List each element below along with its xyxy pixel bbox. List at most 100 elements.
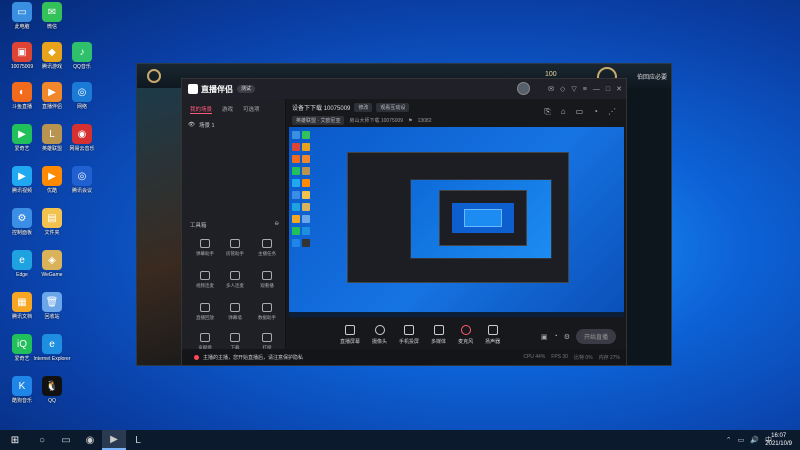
viewers-icon: ⚑ [408,117,413,124]
streaming-app-taskbar-icon[interactable]: ▶ [102,430,126,450]
desktop-icon[interactable]: ◉ 网易云音乐 [66,124,98,152]
tab-optional[interactable]: 可选项 [243,105,260,114]
desktop-icon[interactable]: ▶ 爱奇艺 [6,124,38,152]
tool-button[interactable]: 房管助手 [220,239,250,257]
edit-room-button[interactable]: 修改 [354,103,373,112]
tool-button[interactable]: 观看播 [252,271,282,289]
scene-item[interactable]: 👁 场景 1 [182,118,285,132]
desktop-icon[interactable]: ◐ 斗鱼直播 [6,82,38,110]
desktop-icon[interactable]: ▶ 优酷 [36,166,68,194]
desktop-icon[interactable]: ▶ 直播伴侣 [36,82,68,110]
desktop-icon[interactable]: ◎ 腾讯会议 [66,166,98,194]
desktop-icon[interactable]: ▶ 腾讯视频 [6,166,38,194]
control-label: 摄像头 [372,339,388,345]
screen-icon[interactable]: ▭ [576,107,584,117]
tray-expand-icon[interactable]: ⌃ [726,436,732,444]
source-controls: 直播屏幕 摄像头 手机投屏 多媒体 麦克风 扬声器 [340,325,500,345]
tool-icon [262,303,272,312]
camera-button[interactable]: 摄像头 [372,325,387,345]
task-view-icon[interactable]: ▭ [54,430,78,450]
avatar[interactable] [517,82,530,95]
phone-cast-button[interactable]: 手机投屏 [399,325,419,345]
menu-icon[interactable]: ≡ [583,86,587,93]
tool-label: 房管助手 [226,251,244,256]
desktop-icon[interactable]: ⚙ 控制面板 [6,208,38,236]
game-client-taskbar-icon[interactable]: L [126,430,150,450]
desktop-icon[interactable]: ◆ 腾讯游戏 [36,42,68,70]
gift-icon[interactable]: ◇ [560,85,565,93]
desktop-icon[interactable]: 🗑 回收站 [36,292,68,320]
message-icon[interactable]: ✉ [548,85,554,93]
desktop-icon[interactable]: L 英雄联盟 [36,124,68,152]
desktop-icon[interactable]: ✉ 微信 [36,2,68,30]
camera-icon [374,325,385,335]
start-live-button[interactable]: 开始直播 [575,329,616,344]
minimize-icon[interactable]: — [593,86,600,93]
desktop-icon[interactable]: 🐧 QQ [36,376,68,404]
maximize-icon[interactable]: □ [606,86,610,93]
tool-label: 观看播 [260,283,274,288]
settings-icon[interactable]: ⚙ [564,333,570,341]
desktop-icon[interactable]: ◎ 网络 [66,82,98,110]
stat-memory: 内存 27% [598,354,620,361]
tool-button[interactable]: 数据助手 [252,303,282,321]
clock[interactable]: 16:07 2021/10/9 [765,432,792,448]
desktop-icon[interactable]: ▭ 此电脑 [6,2,38,30]
desktop-icon[interactable]: ♪ QQ音乐 [66,42,98,70]
screen-capture-button[interactable]: 直播屏幕 [340,325,360,345]
speaker-button[interactable]: 扬声器 [485,325,500,345]
desktop-icon[interactable]: K 酷狗音乐 [6,376,38,404]
desktop-icon[interactable]: ◈ WeGame [36,250,68,278]
stream-preview[interactable] [289,127,624,317]
close-icon[interactable]: ✕ [616,85,622,93]
volume-icon[interactable]: 🔊 [750,436,759,444]
play-icon [433,325,444,335]
tab-my-scenes[interactable]: 我的场景 [190,105,213,114]
tool-button[interactable]: 多人连麦 [220,271,250,289]
tool-button[interactable]: 视频连麦 [190,271,220,289]
preview-nested-app-3 [464,209,502,227]
desktop-icon-label: 控制面板 [11,230,32,236]
tool-label: 弹幕墙 [228,315,242,320]
more-icon[interactable]: ⊖ [274,221,279,229]
desktop-icon[interactable]: ▦ 腾讯文档 [6,292,38,320]
tool-icon [230,271,240,280]
quality-icon[interactable]: ◔ [553,333,557,340]
lock-icon[interactable]: ⌂ [561,107,566,117]
app-icon: ▦ [12,292,32,312]
network-icon[interactable]: ▭ [738,436,745,444]
preview-desktop-icons [291,129,317,249]
search-icon[interactable]: ○ [30,430,54,450]
tool-button[interactable]: 直播回放 [190,303,220,321]
desktop-icon[interactable]: ▤ 文件夹 [36,208,68,236]
interaction-settings-button[interactable]: 观看互动设 [376,103,410,112]
category-tag[interactable]: 英雄联盟 · 艾欧尼亚 [292,116,345,125]
desktop-icon[interactable]: e Internet Explorer [34,334,70,362]
desktop-icon[interactable]: ▣ 10075009 [6,42,38,70]
share-icon[interactable]: ⋰ [608,107,616,117]
app-badge: 测试 [237,85,256,93]
tool-button[interactable]: 弹幕墙 [220,303,250,321]
preview-nested-app [347,152,569,283]
desktop-icon-label: 爱奇艺 [14,146,30,152]
desktop-icon-label: 优酷 [46,188,57,194]
app-titlebar: 直播伴侣 测试 ✉ ◇ ▽ ≡ — □ ✕ [182,79,626,99]
desktop-icon[interactable]: e Edge [6,250,38,278]
eye-icon[interactable]: 👁 [188,122,195,128]
record-icon[interactable]: ⎘ [544,107,550,117]
tool-label: 数据助手 [258,315,276,320]
microphone-button[interactable]: 麦克风 [458,325,473,345]
toolbox-title: 工具箱 [190,223,207,229]
video-icon[interactable]: ▣ [541,333,548,341]
shirt-icon[interactable]: ▽ [571,85,576,93]
browser-icon[interactable]: ◉ [78,430,102,450]
streaming-app-window[interactable]: 直播伴侣 测试 ✉ ◇ ▽ ≡ — □ ✕ 我的场景 游戏 可选项 👁 场景 1… [181,78,627,366]
tool-button[interactable]: 主播任务 [252,239,282,257]
media-button[interactable]: 多媒体 [431,325,446,345]
tool-button[interactable]: 弹幕助手 [190,239,220,257]
tab-game[interactable]: 游戏 [222,105,233,114]
desktop-icon-label: 网易云音乐 [69,146,95,152]
desktop-icon-label: 腾讯会议 [71,188,92,194]
start-button[interactable]: ⊞ [0,430,30,450]
notify-icon[interactable]: ◔ [593,107,598,117]
